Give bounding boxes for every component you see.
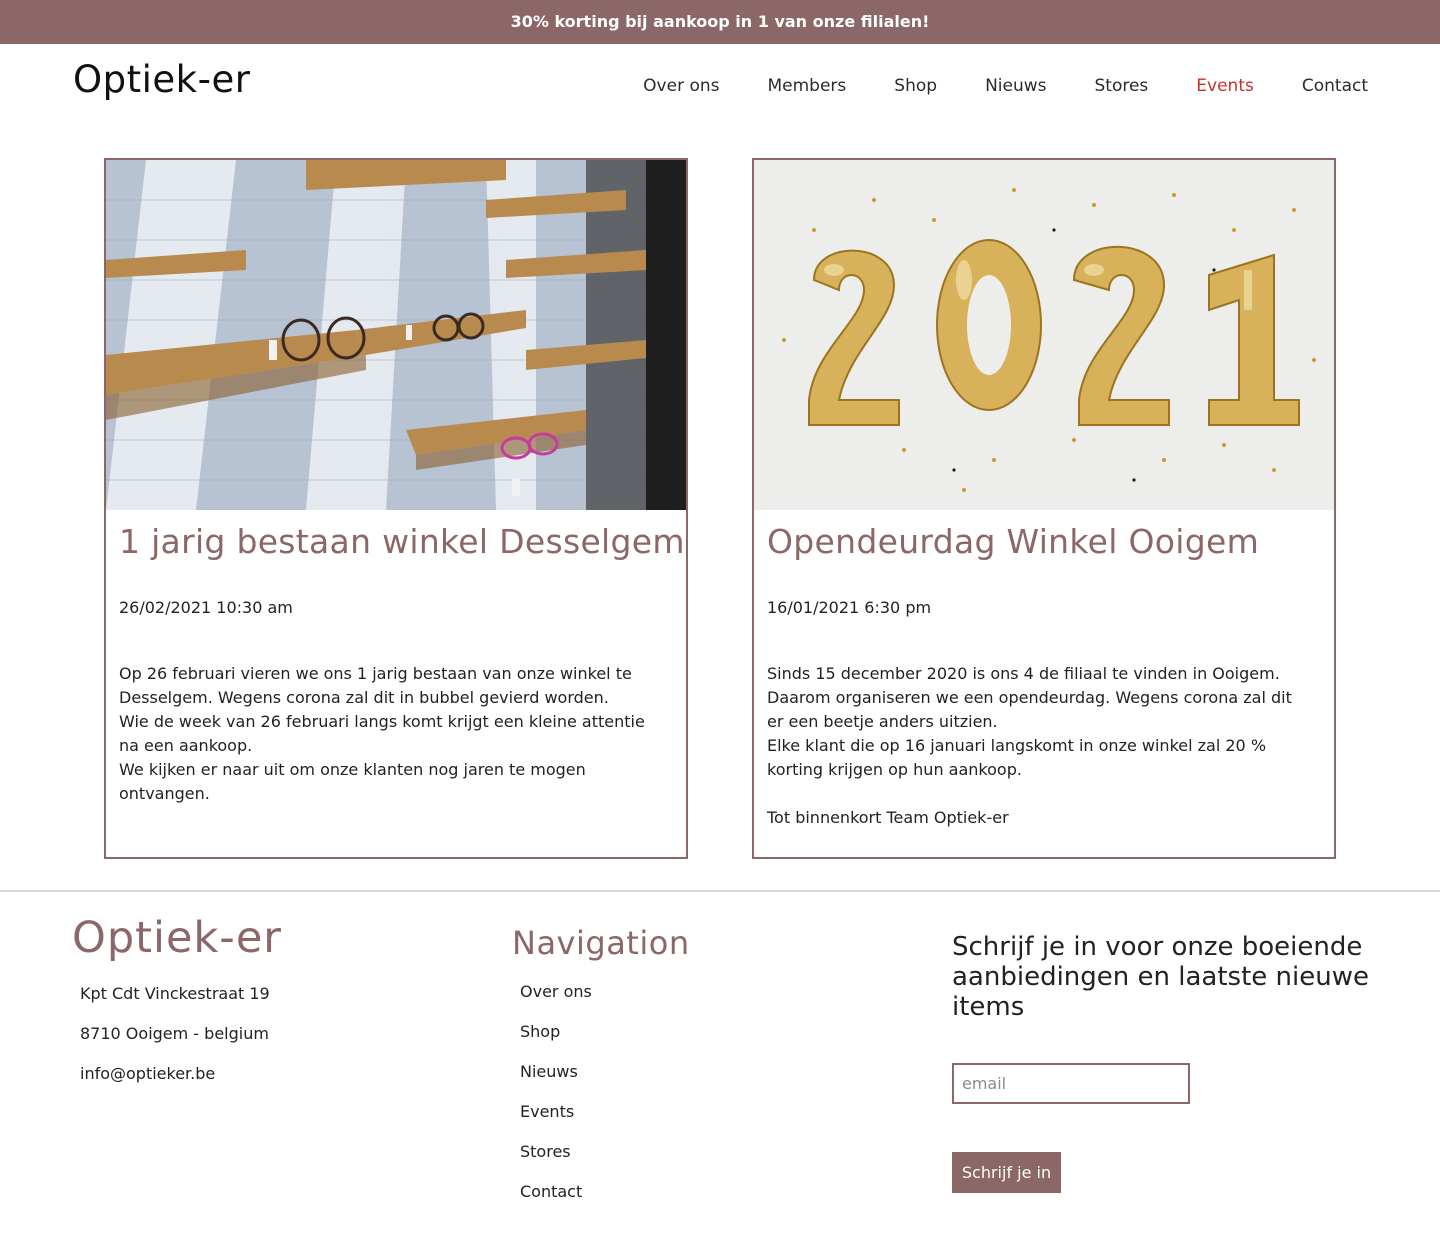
event-body: Op 26 februari vieren we ons 1 jarig bes… <box>119 662 667 806</box>
footer-nav-nieuws[interactable]: Nieuws <box>520 1062 578 1081</box>
footer-divider <box>0 890 1440 892</box>
event-title: 1 jarig bestaan winkel Desselgem <box>119 522 685 561</box>
event-body-line: korting krijgen op hun aankoop. <box>767 760 1022 779</box>
newsletter-title: Schrijf je in voor onze boeiende aanbied… <box>952 932 1369 1022</box>
newsletter-email-input[interactable] <box>952 1063 1190 1104</box>
footer-address-city: 8710 Ooigem - belgium <box>80 1024 269 1043</box>
event-body-line: Tot binnenkort Team Optiek-er <box>767 808 1009 827</box>
event-body-spacer <box>767 782 1315 806</box>
newsletter-subscribe-button[interactable]: Schrijf je in <box>952 1152 1061 1193</box>
main-nav: Over ons Members Shop Nieuws Stores Even… <box>643 76 1368 96</box>
event-date: 16/01/2021 6:30 pm <box>767 598 932 617</box>
footer-nav-shop[interactable]: Shop <box>520 1022 560 1041</box>
footer-nav-events[interactable]: Events <box>520 1102 574 1121</box>
nav-nieuws[interactable]: Nieuws <box>985 76 1046 96</box>
event-body-line: ontvangen. <box>119 784 210 803</box>
event-title: Opendeurdag Winkel Ooigem <box>767 522 1260 561</box>
footer-logo: Optiek-er <box>72 913 282 963</box>
nav-contact[interactable]: Contact <box>1302 76 1368 96</box>
footer-address-street: Kpt Cdt Vinckestraat 19 <box>80 984 270 1003</box>
nav-stores[interactable]: Stores <box>1095 76 1149 96</box>
footer-nav-over-ons[interactable]: Over ons <box>520 982 592 1001</box>
nav-over-ons[interactable]: Over ons <box>643 76 719 96</box>
event-body-line: Desselgem. Wegens corona zal dit in bubb… <box>119 688 609 707</box>
event-body-line: Sinds 15 december 2020 is ons 4 de filia… <box>767 664 1280 683</box>
event-body-line: Wie de week van 26 februari langs komt k… <box>119 712 645 731</box>
footer-email-link[interactable]: info@optieker.be <box>80 1064 215 1083</box>
footer-nav-stores[interactable]: Stores <box>520 1142 571 1161</box>
event-body-line: er een beetje anders uitzien. <box>767 712 998 731</box>
event-body-line: Elke klant die op 16 januari langskomt i… <box>767 736 1267 755</box>
event-image-2021-balloons <box>754 160 1334 510</box>
promo-bar: 30% korting bij aankoop in 1 van onze fi… <box>0 0 1440 44</box>
nav-members[interactable]: Members <box>768 76 847 96</box>
footer-nav-title: Navigation <box>512 924 690 962</box>
event-body-line: Op 26 februari vieren we ons 1 jarig bes… <box>119 664 632 683</box>
event-body: Sinds 15 december 2020 is ons 4 de filia… <box>767 662 1315 830</box>
event-image-glasses-shelves <box>106 160 686 510</box>
event-body-line: We kijken er naar uit om onze klanten no… <box>119 760 586 779</box>
event-card-ooigem: Opendeurdag Winkel Ooigem 16/01/2021 6:3… <box>752 158 1336 859</box>
nav-events[interactable]: Events <box>1196 76 1254 96</box>
event-card-desselgem: 1 jarig bestaan winkel Desselgem 26/02/2… <box>104 158 688 859</box>
nav-shop[interactable]: Shop <box>894 76 937 96</box>
footer-nav-contact[interactable]: Contact <box>520 1182 582 1201</box>
site-logo[interactable]: Optiek-er <box>73 58 250 101</box>
event-date: 26/02/2021 10:30 am <box>119 598 293 617</box>
promo-text: 30% korting bij aankoop in 1 van onze fi… <box>510 12 930 31</box>
event-body-line: na een aankoop. <box>119 736 253 755</box>
event-body-line: Daarom organiseren we een opendeurdag. W… <box>767 688 1292 707</box>
